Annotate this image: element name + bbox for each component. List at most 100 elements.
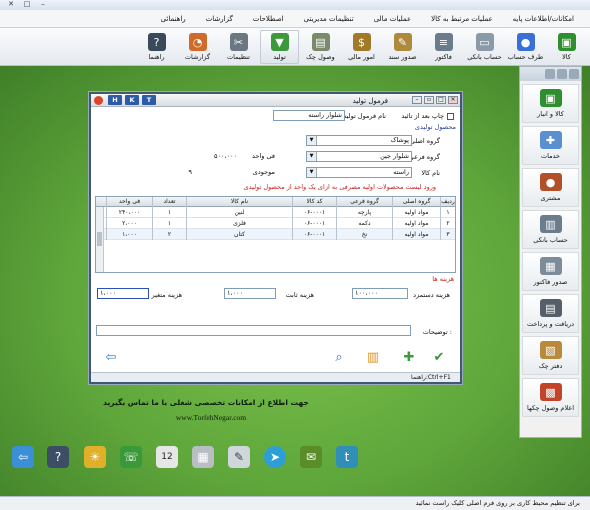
promo-website[interactable]: www.TorfehNegar.com: [136, 413, 286, 422]
barcode-list-icon: ▥: [366, 349, 380, 365]
sub-group-select[interactable]: ▼ شلوار جین: [306, 151, 412, 162]
ribbon-cheque-collect-button[interactable]: ▤ وصول چک: [301, 30, 340, 64]
sidebar-item-invoice-issue[interactable]: ▦ صدور فاکتور: [522, 252, 579, 291]
ribbon-help-button[interactable]: ? راهنما: [137, 30, 176, 64]
menu-item-finance-ops[interactable]: عملیات مالی: [364, 15, 421, 23]
sidebar-grid-icon[interactable]: [545, 69, 555, 79]
finance-icon: $: [352, 33, 371, 51]
table-row[interactable]: ۱ مواد اولیه پارچه ۰۶-۰۰۰۱ لنین ۱ ۲۴۰،۰۰…: [96, 207, 455, 218]
window-titlebar: ✕ □ –: [0, 0, 590, 10]
ribbon-account-party-button[interactable]: ● طرف حساب: [506, 30, 545, 64]
table-scrollbar[interactable]: [96, 207, 104, 272]
variable-cost-input[interactable]: ۱،۰۰۰: [97, 288, 149, 299]
goods-name-label: نام کالا: [421, 169, 440, 177]
unit-price-label: فی واحد: [252, 152, 275, 160]
sidebar-item-cheque-receipt[interactable]: ▩ اعلام وصول چکها: [522, 378, 579, 417]
add-document-icon: ✚: [403, 349, 415, 365]
dock-telegram-icon[interactable]: ➤: [264, 446, 286, 468]
menu-item-goods-ops[interactable]: عملیات مرتبط به کالا: [421, 15, 503, 23]
dock-exit-icon[interactable]: ⇦: [12, 446, 34, 468]
dock-phone-icon[interactable]: ☏: [120, 446, 142, 468]
column-header-goods-name: نام کالا: [186, 197, 292, 207]
main-group-dropdown-icon[interactable]: ▼: [307, 136, 317, 145]
sidebar-item-goods-warehouse[interactable]: ▣ کالا و انبار: [522, 84, 579, 123]
ribbon-finance-button[interactable]: $ امور مالی: [342, 30, 381, 64]
dock-weather-icon[interactable]: ☀: [84, 446, 106, 468]
dock-calculator-icon[interactable]: ▦: [192, 446, 214, 468]
scrollbar-thumb[interactable]: [97, 232, 102, 246]
menu-item-admin-settings[interactable]: تنظیمات مدیریتی: [294, 15, 364, 23]
stock-value: ۹: [188, 168, 193, 176]
sidebar-pin-icon[interactable]: [569, 69, 579, 79]
variable-cost-label: هزینه متغیر: [151, 291, 182, 299]
hotkey-h-button[interactable]: H: [108, 95, 122, 105]
labor-cost-input[interactable]: ۱۰۰،۰۰۰: [352, 288, 408, 299]
column-header-main-group: گروه اصلی: [392, 197, 440, 207]
goods-name-select[interactable]: ▼ راسته: [306, 167, 412, 178]
dialog-status-strip: راهنما:Ctrl+F1: [91, 372, 460, 382]
menu-item-base-info[interactable]: امکانات/اطلاعات پایه: [503, 15, 584, 23]
person-icon: ●: [516, 33, 535, 51]
sidebar-item-services[interactable]: ✚ خدمات: [522, 126, 579, 165]
ribbon-invoice-button[interactable]: ≡ فاکتور: [424, 30, 463, 64]
labor-cost-label: هزینه دستمزد: [413, 291, 450, 299]
services-icon: ✚: [539, 131, 562, 149]
dialog-restore-icon[interactable]: ▫: [424, 96, 434, 104]
ribbon-reports-button[interactable]: ◔ گزارشات: [178, 30, 217, 64]
dialog-close-icon[interactable]: ×: [448, 96, 458, 104]
formula-name-input[interactable]: شلوار راسته: [273, 110, 345, 121]
promo-line-1: جهت اطلاع از امکانات تخصصی شغلی با ما تم…: [103, 398, 309, 407]
sub-group-dropdown-icon[interactable]: ▼: [307, 152, 317, 161]
exit-dialog-button[interactable]: ⇦: [101, 348, 121, 366]
search-button[interactable]: ⌕: [329, 348, 349, 366]
app-logo-icon: [94, 96, 103, 105]
main-group-select[interactable]: ▼ پوشاک: [306, 135, 412, 146]
menu-item-reports[interactable]: گزارشات: [196, 15, 243, 23]
ribbon-bank-account-button[interactable]: ▭ حساب بانکی: [465, 30, 504, 64]
fixed-cost-input[interactable]: ۱،۰۰۰: [224, 288, 276, 299]
dock-calendar-icon[interactable]: 12: [156, 446, 178, 468]
print-after-confirm-checkbox[interactable]: [447, 113, 454, 120]
menu-bar: امکانات/اطلاعات پایه عملیات مرتبط به کال…: [0, 10, 590, 28]
materials-table[interactable]: ردیف گروه اصلی گروه فرعی کد کالا نام کال…: [95, 196, 456, 273]
unit-price-value: ۵۰۰،۰۰۰: [213, 152, 237, 160]
table-row[interactable]: ۲ مواد اولیه دکمه ۰۶-۰۰۰۱ فلزی ۱ ۲،۰۰۰: [96, 218, 455, 229]
sidebar-item-customer[interactable]: ● مشتری: [522, 168, 579, 207]
maximize-window-icon[interactable]: □: [20, 0, 34, 9]
dialog-maximize-icon[interactable]: □: [436, 96, 446, 104]
ribbon-issue-document-button[interactable]: ✎ صدور سند: [383, 30, 422, 64]
menu-item-terms[interactable]: اصطلاحات: [243, 15, 294, 23]
sidebar-arrow-icon[interactable]: [557, 69, 567, 79]
goods-name-dropdown-icon[interactable]: ▼: [307, 168, 317, 177]
cheque-receipt-icon: ▩: [539, 383, 562, 401]
list-button[interactable]: ▥: [363, 348, 383, 366]
hotkey-k-button[interactable]: K: [125, 95, 139, 105]
sidebar-toolbar: [520, 67, 581, 81]
help-icon: ?: [147, 33, 166, 51]
menu-item-help[interactable]: راهنمائی: [151, 15, 196, 23]
minimize-window-icon[interactable]: –: [36, 0, 50, 9]
ribbon-settings-button[interactable]: ✂ تنظیمات: [219, 30, 258, 64]
status-bar: برای تنظیم محیط کاری بر روی فرم اصلی کلی…: [0, 496, 590, 510]
dock-help-icon[interactable]: ?: [47, 446, 69, 468]
column-header-unit-price: فی واحد: [106, 197, 152, 207]
ribbon-production-button[interactable]: ▼ تولید: [260, 30, 299, 64]
ribbon-goods-button[interactable]: ▣ کالا: [547, 30, 586, 64]
table-row[interactable]: ◀ ۳ مواد اولیه نخ ۰۶-۰۰۰۱ کتان ۲ ۱،۰۰۰: [96, 229, 455, 240]
dialog-minimize-icon[interactable]: –: [412, 96, 422, 104]
sidebar-item-payment[interactable]: ▤ دریافت و پرداخت: [522, 294, 579, 333]
main-group-label: گروه اصلی: [409, 137, 440, 145]
sidebar-item-bank-account[interactable]: ▥ حساب بانکی: [522, 210, 579, 249]
sub-group-label: گروه فرعی: [408, 153, 440, 161]
confirm-button[interactable]: ✔: [429, 348, 449, 366]
notes-input[interactable]: [96, 325, 411, 336]
hotkey-t-button[interactable]: T: [142, 95, 156, 105]
add-new-button[interactable]: ✚: [399, 348, 419, 366]
production-formula-dialog: H K T فرمول تولید – ▫ □ × چاپ بعد از تائ…: [89, 92, 462, 384]
dock-brand-logo-icon[interactable]: t: [336, 446, 358, 468]
dock-mail-icon[interactable]: ✉: [300, 446, 322, 468]
search-magnifier-icon: ⌕: [335, 349, 343, 365]
dock-notepad-icon[interactable]: ✎: [228, 446, 250, 468]
close-window-icon[interactable]: ✕: [4, 0, 18, 9]
sidebar-item-chequebook[interactable]: ▧ دفتر چک: [522, 336, 579, 375]
